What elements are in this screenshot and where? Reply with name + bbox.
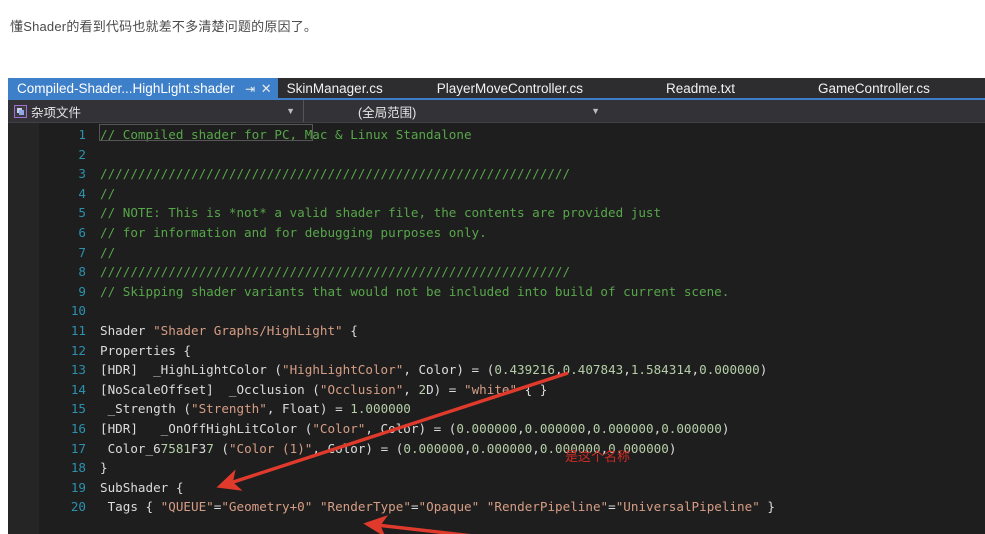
code-line[interactable]: 6 // for information and for debugging pu…	[8, 223, 985, 243]
line-number: 17	[70, 440, 86, 456]
code-line[interactable]: 2	[8, 145, 985, 165]
page-caption: 懂Shader的看到代码也就差不多清楚问题的原因了。	[10, 19, 318, 34]
close-icon[interactable]: ✕	[259, 78, 274, 100]
code-line[interactable]: 20 Tags { "QUEUE"="Geometry+0" "RenderTy…	[8, 497, 985, 517]
tab-gamecontroller[interactable]: GameController.cs	[780, 78, 949, 100]
editor-tab-strip: Compiled-Shader...HighLight.shader ⇥ ✕ S…	[8, 78, 985, 100]
line-number: 15	[70, 401, 86, 417]
tab-playermovecontroller[interactable]: PlayerMoveController.cs	[398, 78, 629, 100]
line-number: 18	[70, 460, 86, 476]
line-text: // NOTE: This is *not* a valid shader fi…	[100, 205, 662, 221]
misc-files-icon	[14, 104, 27, 118]
annotation-text-is-this-name: 是这个名称	[565, 449, 631, 464]
code-line[interactable]: 12 Properties {	[8, 341, 985, 361]
pin-icon[interactable]: ⇥	[243, 78, 258, 100]
chevron-down-icon[interactable]: ▼	[286, 106, 299, 116]
code-line[interactable]: 19 SubShader {	[8, 478, 985, 498]
line-number: 10	[70, 303, 86, 319]
line-text: _Strength ("Strength", Float) = 1.000000	[100, 401, 411, 417]
tab-label: PlayerMoveController.cs	[436, 81, 584, 96]
line-number: 5	[78, 205, 86, 221]
line-number: 6	[78, 224, 86, 240]
line-number: 19	[70, 479, 86, 495]
tab-label: SkinManager.cs	[286, 81, 383, 96]
editor-navigation-bar: 杂项文件 ▼ (全局范围) ▼	[8, 100, 985, 123]
line-text: //	[100, 244, 116, 260]
tab-label: Readme.txt	[666, 81, 736, 96]
code-line[interactable]: 8 ///////////////////////////////////////…	[8, 262, 985, 282]
line-number: 13	[70, 362, 86, 378]
tab-label: Compiled-Shader...HighLight.shader	[17, 81, 235, 96]
tab-readme[interactable]: Readme.txt	[628, 78, 781, 100]
code-line[interactable]: 10	[8, 301, 985, 321]
tab-label: GameController.cs	[818, 81, 930, 96]
code-line[interactable]: 4 //	[8, 184, 985, 204]
chevron-down-icon[interactable]: ▼	[591, 106, 604, 116]
line-number: 9	[78, 283, 86, 299]
code-line[interactable]: 13 [HDR] _HighLightColor ("HighLightColor…	[8, 360, 985, 380]
code-line[interactable]: 16 [HDR] _OnOffHighLitColor ("Color", Col…	[8, 419, 985, 439]
code-line[interactable]: 14 [NoScaleOffset] _Occlusion ("Occlusion…	[8, 380, 985, 400]
line-text: ////////////////////////////////////////…	[100, 166, 571, 182]
line-text: }	[100, 460, 108, 476]
line-number: 4	[78, 185, 86, 201]
code-line[interactable]: 11 Shader "Shader Graphs/HighLight" {	[8, 321, 985, 341]
code-line[interactable]: 15 _Strength ("Strength", Float) = 1.000…	[8, 399, 985, 419]
line-text: // Skipping shader variants that would n…	[100, 283, 730, 299]
line-text: //	[100, 185, 116, 201]
project-scope-label: 杂项文件	[31, 105, 82, 120]
line-text: [HDR] _OnOffHighLitColor ("Color", Color…	[100, 420, 730, 436]
tab-compiled-shader[interactable]: Compiled-Shader...HighLight.shader ⇥ ✕	[8, 78, 278, 100]
line-number: 7	[78, 244, 86, 260]
caret-line-highlight	[99, 124, 313, 141]
line-text: // for information and for debugging pur…	[100, 224, 487, 240]
code-line[interactable]: 18}	[8, 458, 985, 478]
line-number: 11	[70, 322, 86, 338]
line-text: [NoScaleOffset] _Occlusion ("Occlusion",…	[100, 381, 548, 397]
line-number: 20	[70, 499, 86, 515]
visual-studio-editor-window: Compiled-Shader...HighLight.shader ⇥ ✕ S…	[8, 78, 985, 534]
line-text: Shader "Shader Graphs/HighLight" {	[100, 322, 358, 338]
member-scope-label: (全局范围)	[358, 105, 417, 120]
line-number: 8	[78, 264, 86, 280]
line-number: 2	[78, 146, 86, 162]
line-number: 3	[78, 166, 86, 182]
line-number: 12	[70, 342, 86, 358]
code-line[interactable]: 5 // NOTE: This is *not* a valid shader f…	[8, 203, 985, 223]
line-number: 16	[70, 420, 86, 436]
code-line[interactable]: 7 //	[8, 243, 985, 263]
line-number: 1	[78, 127, 86, 142]
code-line[interactable]: 17 Color_67581F37 ("Color (1)", Color) =…	[8, 439, 985, 459]
member-scope-dropdown[interactable]: (全局范围) ▼	[303, 100, 608, 122]
line-text: [HDR] _HighLightColor ("HighLightColor",…	[100, 362, 768, 378]
project-scope-dropdown[interactable]: 杂项文件 ▼	[8, 100, 303, 122]
code-lines: 1// Compiled shader for PC, Mac & Linux …	[8, 123, 985, 517]
code-editor-surface[interactable]: 1// Compiled shader for PC, Mac & Linux …	[8, 123, 985, 534]
line-text: SubShader {	[100, 479, 184, 495]
code-line[interactable]: 3 ///////////////////////////////////////…	[8, 164, 985, 184]
line-text: Tags { "QUEUE"="Geometry+0" "RenderType"…	[100, 499, 775, 515]
code-line[interactable]: 9 // Skipping shader variants that would …	[8, 282, 985, 302]
line-number: 14	[70, 381, 86, 397]
line-text: ////////////////////////////////////////…	[100, 264, 571, 280]
line-text: Properties {	[100, 342, 191, 358]
tab-skinmanager[interactable]: SkinManager.cs	[277, 78, 399, 100]
